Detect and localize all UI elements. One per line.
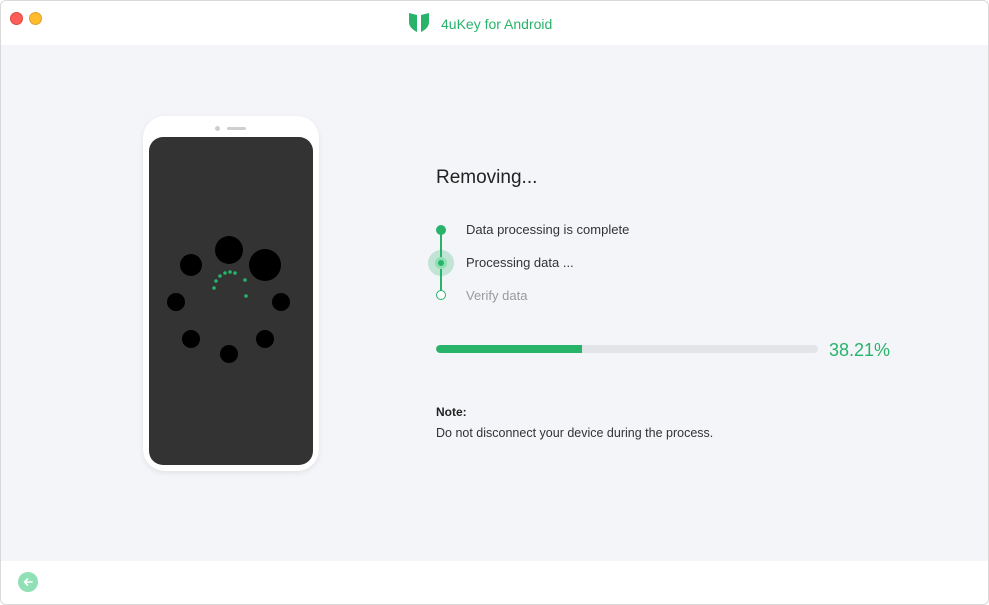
title-bar: 4uKey for Android [1, 1, 988, 45]
phone-screen [149, 137, 313, 465]
phone-camera [215, 126, 220, 131]
loading-spinner-icon [167, 236, 290, 363]
footer-bar [1, 561, 988, 604]
step-done-indicator [436, 225, 446, 235]
step-label-verify-data: Verify data [466, 288, 528, 303]
step-active-indicator [435, 257, 447, 269]
back-arrow-icon [23, 578, 33, 586]
4ukey-shield-logo-icon [409, 13, 429, 32]
note-title: Note: [436, 405, 467, 419]
window-minimize-button[interactable] [29, 12, 42, 25]
phone-speaker [227, 127, 246, 130]
step-label-processing-data: Processing data ... [466, 255, 574, 270]
step-pending-indicator [436, 290, 446, 300]
back-button[interactable] [18, 572, 38, 592]
window-title: 4uKey for Android [441, 16, 553, 32]
phone-illustration [143, 116, 319, 471]
progress-bar-fill [436, 345, 582, 353]
window-close-button[interactable] [10, 12, 23, 25]
app-window: 4uKey for Android Removing... Data proce… [0, 0, 989, 605]
progress-bar [436, 345, 818, 353]
note-body: Do not disconnect your device during the… [436, 426, 714, 440]
step-label-data-processing-complete: Data processing is complete [466, 222, 630, 237]
progress-percent-text: 38.21% [829, 340, 891, 360]
page-heading: Removing... [436, 167, 538, 188]
